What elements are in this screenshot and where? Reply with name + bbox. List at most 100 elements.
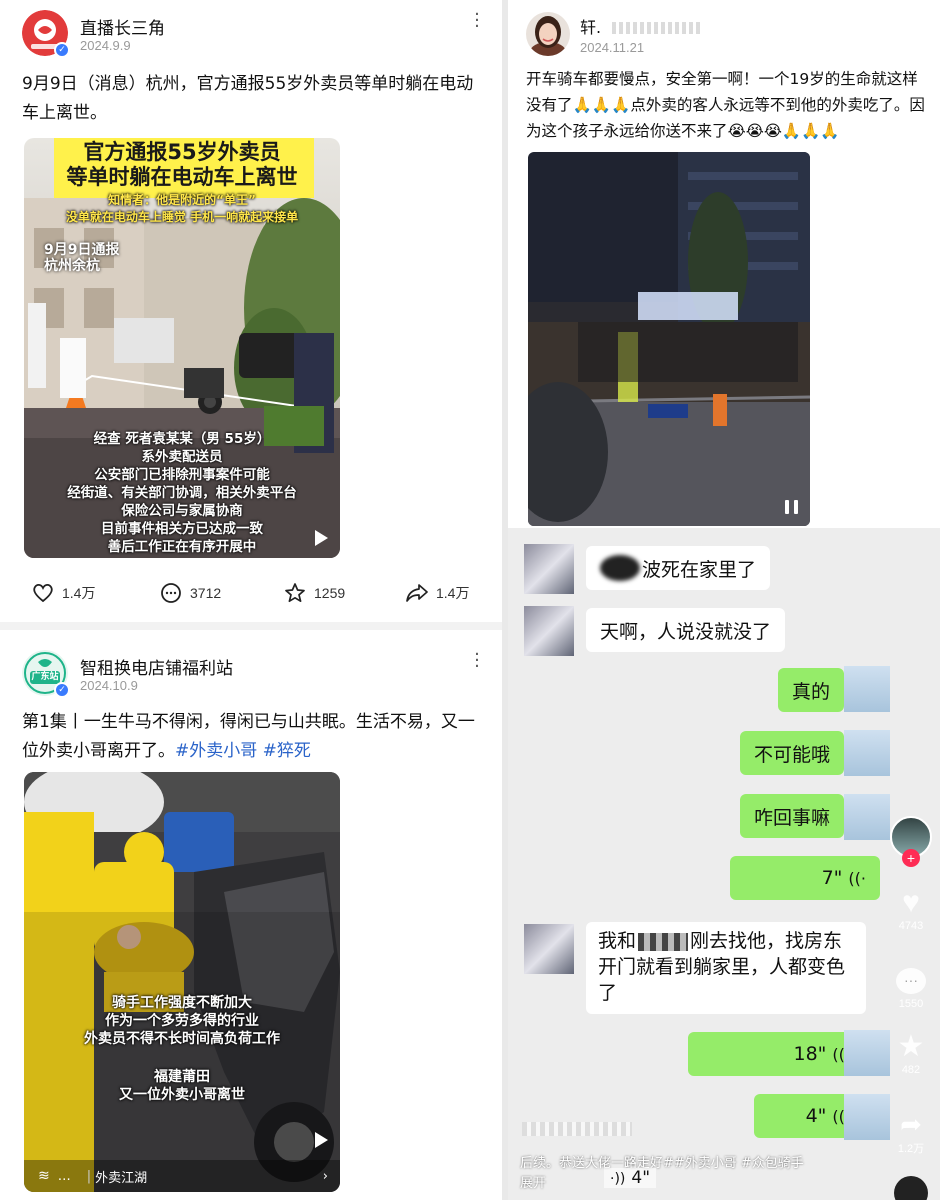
message-incoming: 波死在家里了 [586,546,771,590]
post-header: 轩. 2024.11.21 [526,12,924,62]
rail-comment-count: 1550 [898,998,924,1010]
caption-line: 保险公司与家属协商 [121,503,243,519]
author-name[interactable]: 智租换电店铺福利站 [80,654,233,679]
caption-line: 又一位外卖小哥离世 [119,1087,245,1103]
like-count: 1.4万 [62,585,96,601]
message-text: 了 [598,982,618,1004]
message-incoming: 我和 刚去找他，找房东 开门就看到躺家里，人都变色 了 [586,922,866,1014]
collection-bar[interactable]: ≋ … | 外卖江湖 › [24,1160,340,1192]
message-incoming: 天啊，人说没就没了 [586,608,786,652]
post-video[interactable]: 官方通报55岁外卖员 等单时躺在电动车上离世 知情者：他是附近的“单王” 没单就… [24,138,340,558]
video-banner-line1: 官方通报55岁外卖员 [83,140,281,164]
caption-line: 作为一个多劳多得的行业 [105,1013,259,1029]
play-icon[interactable] [315,530,328,546]
collection-sep: | [86,1168,92,1184]
self-avatar [844,794,890,840]
contact-avatar [524,924,574,974]
like-button[interactable]: 1.4万 [32,578,95,608]
caption-line: 外卖员不得不长时间高负荷工作 [84,1031,280,1047]
video-subtitle-line1: 知情者：他是附近的“单王” [108,193,256,207]
post-text: 开车骑车都要慢点，安全第一啊！一个19岁的生命就这样没有了🙏🙏🙏点外卖的客人永远… [526,70,925,140]
post-hashtags[interactable]: #外卖小哥 #猝死 [175,741,311,761]
play-icon[interactable] [315,1132,328,1148]
video-location-line1: 9月9日通报 [44,242,120,258]
author-avatar[interactable] [526,12,570,56]
video-subtitle-line2: 没单就在电动车上睡觉 手机一响就起来接单 [65,210,299,224]
post-video[interactable]: 骑手工作强度不断加大 作为一个多劳多得的行业 外卖员不得不长时间高负荷工作 福建… [24,772,340,1192]
comment-button[interactable]: 3712 [160,578,221,608]
pause-icon[interactable] [785,500,798,514]
music-disc-icon[interactable] [894,1176,928,1200]
post-video[interactable] [528,152,810,526]
rail-comment[interactable]: ··· 1550 [888,964,934,1010]
message-text: 开门就看到躺家里，人都变色 [598,956,846,978]
video-caption: 骑手工作强度不断加大 作为一个多劳多得的行业 外卖员不得不长时间高负荷工作 [24,994,340,1048]
chat-screenshot: 波死在家里了 天啊，人说没就没了 真的 不可能哦 咋回事嘛 7" ((· 我和 刚… [508,528,940,1200]
verified-badge-icon: ✓ [54,682,70,698]
share-icon: ➦ [900,1109,922,1139]
video-caption: 经查 死者袁某某（男 55岁） 系外卖配送员 公安部门已排除刑事案件可能 经街道… [24,430,340,556]
heart-icon: ♥ [902,886,920,919]
collection-dots: … [57,1168,73,1184]
redacted-name [612,22,702,34]
voice-message-partial: ·)) 4" [604,1168,657,1188]
voice-message[interactable]: 18" ((· [688,1032,864,1076]
rail-like[interactable]: ♥ 4743 [888,886,934,932]
post-card-3: 广东站 ✓ 智租换电店铺福利站 2024.10.9 · · · 第1集丨一生牛马不得… [0,630,500,1200]
post-header: ✓ 直播长三角 2024.9.9 · · · [22,6,484,60]
creator-follow[interactable]: + [888,816,934,867]
video-banner-line2: 等单时躺在电动车上离世 [66,165,298,189]
comment-count: 3712 [190,585,222,601]
video-location-line2: 杭州余杭 [44,258,100,274]
collection-name: 外卖江湖 [95,1170,148,1186]
heart-icon [33,583,53,603]
caption-line: 善后工作正在有序开展中 [107,539,257,555]
share-count: 1.4万 [436,585,470,601]
message-outgoing: 真的 [777,668,844,712]
rail-favorite[interactable]: ★ 482 [888,1030,934,1076]
rail-share-count: 1.2万 [897,1143,925,1155]
message-outgoing: 咋回事嘛 [739,794,844,838]
post-date: 2024.11.21 [580,40,645,55]
post-actions: 1.4万 3712 1259 1.4万 [32,578,476,608]
post-header: 广东站 ✓ 智租换电店铺福利站 2024.10.9 · · · [22,646,484,700]
message-outgoing: 不可能哦 [739,731,844,775]
follow-plus-icon[interactable]: + [902,849,920,867]
message-text: 不可能哦 [753,743,830,766]
author-name[interactable]: 轩. [580,14,601,38]
caption-line: 经街道、有关部门协调，相关外卖平台 [67,485,297,501]
row-divider [0,622,502,630]
favorite-button[interactable]: 1259 [284,578,345,608]
star-icon: ★ [897,1030,925,1063]
author-name[interactable]: 直播长三角 [80,14,165,39]
post-date: 2024.10.9 [80,678,138,693]
message-text: 刚去找他，找房东 [690,930,843,952]
caption-line: 系外卖配送员 [141,449,223,465]
post-card-1: ✓ 直播长三角 2024.9.9 · · · 9月9日（消息）杭州，官方通报55岁外… [0,0,500,622]
more-options-icon[interactable]: · · · [474,646,480,676]
share-button[interactable]: 1.4万 [406,578,469,608]
star-icon [285,583,305,603]
voice-wave-icon: ((· [848,868,866,888]
more-options-icon[interactable]: · · · [474,6,480,36]
redaction-blot [600,555,640,581]
message-text: 天啊，人说没就没了 [600,620,772,643]
share-icon [406,584,428,602]
redacted-username [522,1122,632,1136]
contact-avatar [524,544,574,594]
rail-share[interactable]: ➦ 1.2万 [888,1108,934,1156]
comment-icon: ··· [896,968,926,994]
voice-duration: 7" [821,867,843,889]
message-text: 真的 [791,680,830,703]
video-place-caption: 福建莆田 又一位外卖小哥离世 [24,1068,340,1104]
chevron-right-icon: › [322,1168,328,1184]
video-frame [24,772,340,1192]
expand-link[interactable]: 展开 [520,1172,546,1191]
video-frame [528,152,810,526]
post-date: 2024.9.9 [80,38,131,53]
voice-duration: 4" [631,1168,651,1188]
self-avatar [844,730,890,776]
collection-stack-icon: ≋ [38,1168,50,1184]
rail-like-count: 4743 [898,920,924,932]
voice-message[interactable]: 7" ((· [730,856,880,900]
